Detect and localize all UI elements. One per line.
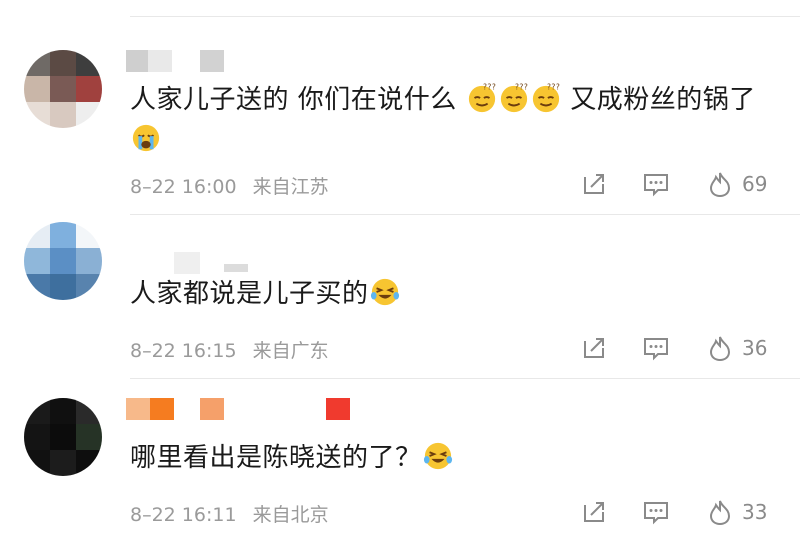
like-button[interactable]: 33 <box>706 497 767 527</box>
svg-text:???: ??? <box>514 83 527 92</box>
comment-meta: 8–22 16:11 来自北京 <box>130 500 329 527</box>
comment-text: 哪里看出是陈晓送的了？ <box>130 438 770 478</box>
top-divider <box>130 16 800 17</box>
smirk-emoji-icon: ??? <box>532 83 559 113</box>
comment-meta: 8–22 16:00 来自江苏 <box>130 172 329 199</box>
reply-button[interactable] <box>642 333 670 363</box>
comment-actions: 33 <box>580 497 780 527</box>
share-button[interactable] <box>580 333 608 363</box>
crying-emoji-icon <box>132 124 160 152</box>
comment-date: 8–22 16:00 <box>130 176 237 198</box>
flame-like-icon <box>709 172 731 198</box>
comment-actions: 36 <box>580 333 780 363</box>
flame-like-icon <box>709 500 731 526</box>
like-button[interactable]: 36 <box>706 333 767 363</box>
svg-text:???: ??? <box>482 83 495 92</box>
share-icon <box>584 174 604 194</box>
flame-like-icon <box>709 336 731 362</box>
like-count: 36 <box>742 336 768 360</box>
comment-divider <box>130 214 800 215</box>
like-count: 33 <box>742 500 768 524</box>
share-button[interactable] <box>580 169 608 199</box>
avatar[interactable] <box>24 50 102 128</box>
like-button[interactable]: 69 <box>706 169 767 199</box>
comment-location: 来自北京 <box>252 504 329 526</box>
comment-text: 人家都说是儿子买的 <box>130 274 770 314</box>
share-button[interactable] <box>580 497 608 527</box>
smirk-emoji-icon: ??? <box>500 83 527 113</box>
avatar[interactable] <box>24 398 102 476</box>
svg-text:???: ??? <box>546 83 559 92</box>
comment-location: 来自江苏 <box>252 176 329 198</box>
reply-button[interactable] <box>642 497 670 527</box>
reply-button[interactable] <box>642 169 670 199</box>
like-count: 69 <box>742 172 768 196</box>
smirk-emoji-icon: ??? <box>468 83 495 113</box>
share-icon <box>584 502 604 522</box>
comment-text: 人家儿子送的 你们在说什么 ??? ??? ??? 又成粉丝的锅了 <box>130 80 770 160</box>
comment-divider <box>130 378 800 379</box>
laughing-tears-emoji-icon <box>370 278 399 306</box>
avatar[interactable] <box>24 222 102 300</box>
comment-date: 8–22 16:15 <box>130 340 237 362</box>
share-icon <box>584 338 604 358</box>
comment-date: 8–22 16:11 <box>130 504 237 526</box>
comment-actions: 69 <box>580 169 780 199</box>
comment-meta: 8–22 16:15 来自广东 <box>130 336 329 363</box>
comment-location: 来自广东 <box>252 340 329 362</box>
comment-icon <box>644 174 668 197</box>
laughing-tears-emoji-icon <box>423 442 452 470</box>
comment-icon <box>644 502 668 525</box>
comment-icon <box>644 338 668 361</box>
